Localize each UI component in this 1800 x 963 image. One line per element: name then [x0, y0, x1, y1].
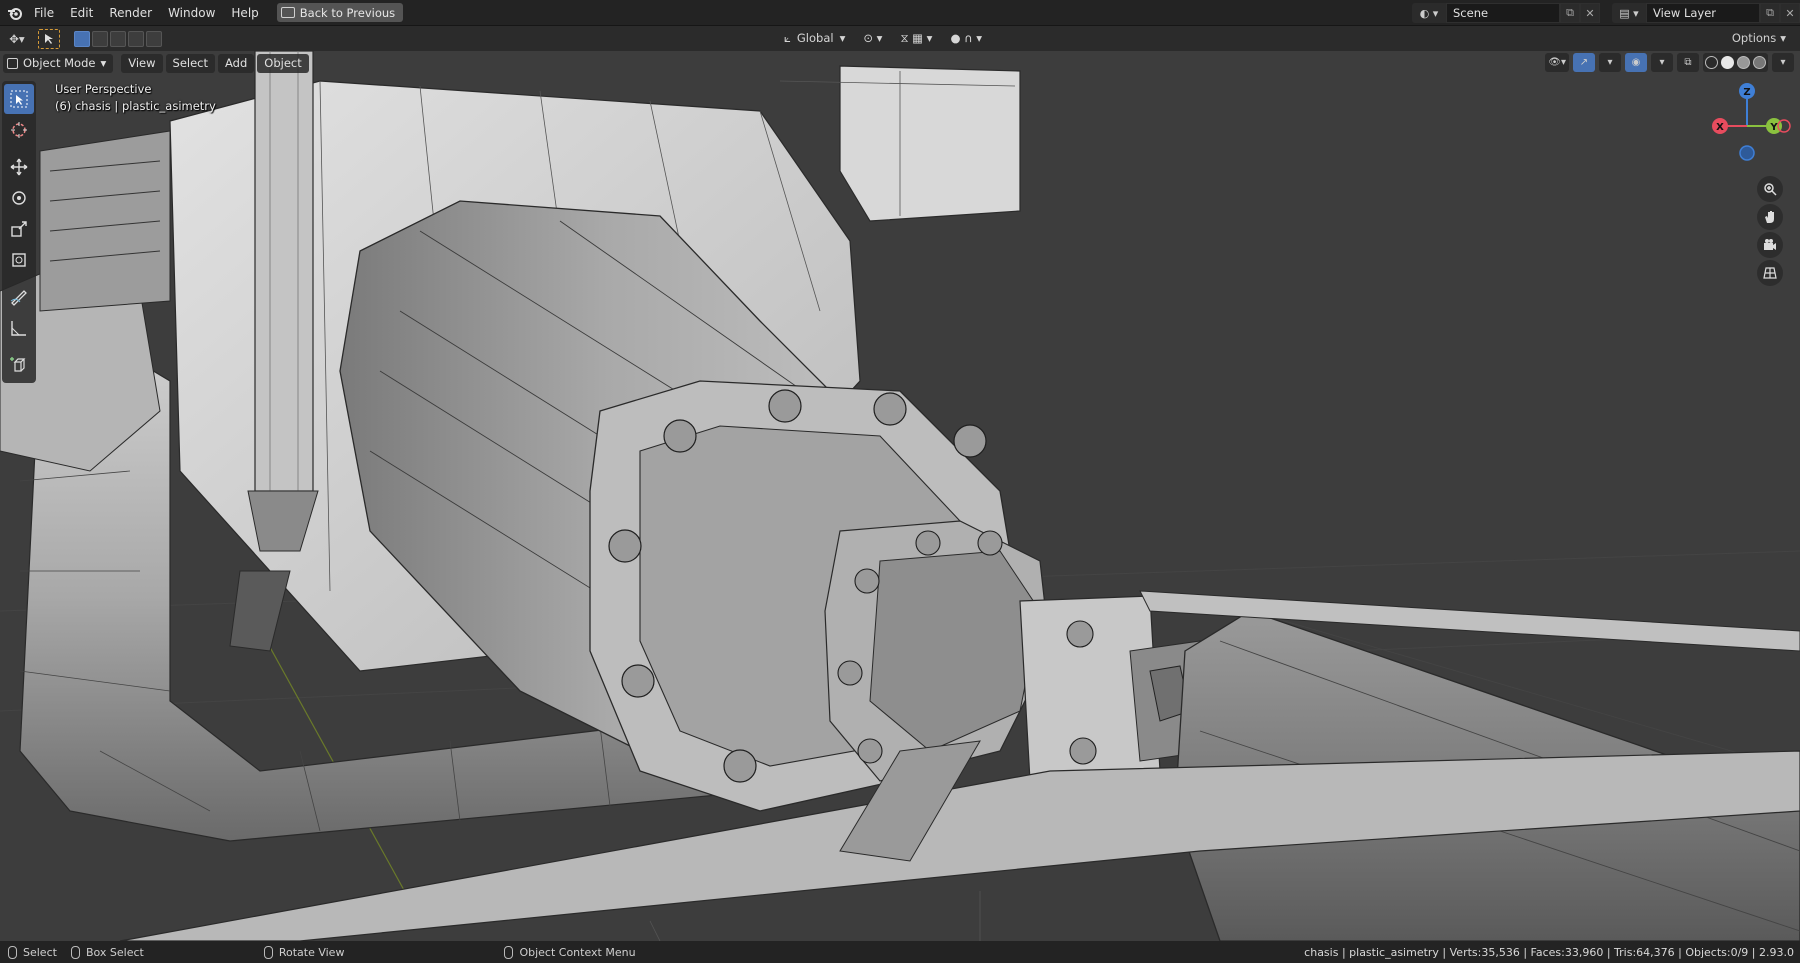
mode-label: Object Mode	[23, 56, 96, 70]
top-menu-bar: File Edit Render Window Help Back to Pre…	[0, 0, 1800, 26]
status-context-label: Object Context Menu	[519, 945, 636, 959]
gizmo-x-label: X	[1716, 122, 1724, 133]
extend-selection-icon[interactable]	[92, 30, 108, 47]
visibility-icon[interactable]: 👁▾	[1545, 53, 1569, 72]
delete-scene-icon[interactable]: ✕	[1580, 3, 1600, 23]
solid-shading-icon[interactable]	[1721, 56, 1734, 69]
overlays-dropdown[interactable]: ▾	[1651, 53, 1673, 72]
camera-icon[interactable]	[1757, 232, 1783, 258]
axis-gizmo[interactable]: Z Y X	[1702, 71, 1792, 171]
transform-controls: ⟀ Global ▾ ⊙ ▾ ⧖ ▦ ▾ ● ∩ ▾	[778, 28, 989, 48]
scene-name-field[interactable]: Scene	[1446, 3, 1560, 23]
view-layer-icon[interactable]: ▤ ▾	[1612, 3, 1646, 23]
viewport-menu-bar: Object Mode ▾ View Select Add Object	[0, 51, 1800, 75]
mouse-drag-icon	[70, 945, 80, 959]
viewport-display-controls: 👁▾ ↗ ▾ ◉ ▾ ⧉ ▾	[1545, 53, 1794, 72]
material-shading-icon[interactable]	[1737, 56, 1750, 69]
active-object-label: (6) chasis | plastic_asimetry	[55, 99, 216, 113]
viewport-header-toolbar: ✥▾ ⟀ Global ▾ ⊙ ▾ ⧖ ▦ ▾ ● ∩ ▾ Options ▾	[0, 26, 1800, 51]
proportional-editing-toggle[interactable]: ● ∩ ▾	[944, 28, 989, 48]
viewport-info-overlay: User Perspective (6) chasis | plastic_as…	[55, 81, 216, 115]
pan-hand-icon[interactable]	[1757, 204, 1783, 230]
annotate-icon[interactable]	[4, 282, 34, 312]
mouse-right-icon	[504, 945, 514, 959]
editor-type-icon[interactable]: ✥▾	[2, 29, 32, 49]
pivot-point-dropdown[interactable]: ⊙ ▾	[857, 28, 889, 48]
selection-mode-group	[74, 30, 164, 47]
options-dropdown[interactable]: Options ▾	[1723, 28, 1794, 48]
gizmo-toggle-icon[interactable]: ↗	[1573, 53, 1595, 72]
xray-toggle-icon[interactable]: ⧉	[1677, 53, 1699, 72]
transform-orientation-dropdown[interactable]: ⟀ Global ▾	[778, 28, 852, 48]
view-layer-field[interactable]: View Layer	[1646, 3, 1760, 23]
perspective-grid-icon[interactable]	[1757, 260, 1783, 286]
shading-dropdown[interactable]: ▾	[1772, 53, 1794, 72]
status-context-menu: Object Context Menu	[504, 945, 636, 959]
invert-selection-icon[interactable]	[128, 30, 144, 47]
status-rotate-label: Rotate View	[278, 945, 345, 959]
status-rotate-view: Rotate View	[263, 945, 345, 959]
select-menu[interactable]: Select	[165, 53, 216, 73]
chevron-down-icon: ▾	[100, 56, 107, 70]
move-icon[interactable]	[4, 152, 34, 182]
add-cube-icon[interactable]	[4, 350, 34, 380]
zoom-icon[interactable]	[1757, 176, 1783, 202]
transform-icon[interactable]	[4, 245, 34, 275]
delete-view-layer-icon[interactable]: ✕	[1780, 3, 1800, 23]
intersect-selection-icon[interactable]	[146, 30, 162, 47]
scene-type-icon[interactable]: ◐ ▾	[1412, 3, 1446, 23]
gizmo-y-label: Y	[1769, 122, 1778, 133]
new-scene-icon[interactable]: ⧉	[1560, 3, 1580, 23]
object-menu[interactable]: Object	[257, 53, 309, 73]
status-box-select: Box Select	[70, 945, 144, 959]
status-box-select-label: Box Select	[85, 945, 144, 959]
subtract-selection-icon[interactable]	[110, 30, 126, 47]
3d-viewport[interactable]: Object Mode ▾ View Select Add Object 👁▾ …	[0, 51, 1800, 941]
scene-statistics: chasis | plastic_asimetry | Verts:35,536…	[1304, 945, 1794, 959]
orientation-label: Global	[796, 31, 834, 45]
overlays-toggle-icon[interactable]: ◉	[1625, 53, 1647, 72]
back-to-previous-label: Back to Previous	[299, 5, 396, 20]
window-icon	[280, 7, 295, 18]
wireframe-shading-icon[interactable]	[1705, 56, 1718, 69]
active-tool-icon[interactable]	[38, 28, 60, 49]
chevron-down-icon: ▾	[839, 31, 846, 45]
scene-selector-group: ◐ ▾ Scene ⧉ ✕ ▤ ▾ View Layer ⧉ ✕	[1412, 0, 1800, 26]
mouse-middle-icon	[263, 945, 273, 959]
new-view-layer-icon[interactable]: ⧉	[1760, 3, 1780, 23]
menu-edit[interactable]: Edit	[62, 0, 101, 26]
object-mode-icon	[7, 57, 18, 69]
view-perspective-label: User Perspective	[55, 82, 152, 96]
scale-icon[interactable]	[4, 214, 34, 244]
status-bar: Select Box Select Rotate View Object Con…	[0, 941, 1800, 963]
chevron-down-icon: ▾	[1780, 31, 1786, 45]
back-to-previous-button[interactable]: Back to Previous	[276, 3, 404, 22]
viewport-scene-render	[0, 51, 1800, 941]
options-label: Options	[1731, 31, 1777, 45]
add-menu[interactable]: Add	[218, 53, 255, 73]
menu-render[interactable]: Render	[101, 0, 160, 26]
menu-file[interactable]: File	[26, 0, 62, 26]
view-menu[interactable]: View	[121, 53, 163, 73]
rotate-icon[interactable]	[4, 183, 34, 213]
status-select: Select	[8, 945, 57, 959]
measure-icon[interactable]	[4, 313, 34, 343]
cursor-icon[interactable]	[4, 115, 34, 145]
select-box-icon[interactable]	[4, 84, 34, 114]
tool-shelf	[2, 81, 36, 383]
gizmo-z-label: Z	[1743, 87, 1750, 98]
set-new-selection-icon[interactable]	[74, 30, 90, 47]
rendered-shading-icon[interactable]	[1753, 56, 1766, 69]
snap-toggle[interactable]: ⧖ ▦ ▾	[894, 28, 939, 48]
orientation-icon: ⟀	[784, 30, 791, 45]
shading-mode-group	[1703, 53, 1768, 72]
mouse-left-icon	[8, 945, 17, 959]
navigation-gizmo[interactable]: Z Y X	[1702, 71, 1792, 286]
object-mode-dropdown[interactable]: Object Mode ▾	[3, 53, 114, 73]
menu-help[interactable]: Help	[223, 0, 266, 26]
status-select-label: Select	[23, 945, 57, 959]
gizmo-dropdown[interactable]: ▾	[1599, 53, 1621, 72]
menu-window[interactable]: Window	[160, 0, 223, 26]
blender-logo-icon[interactable]	[4, 2, 26, 24]
